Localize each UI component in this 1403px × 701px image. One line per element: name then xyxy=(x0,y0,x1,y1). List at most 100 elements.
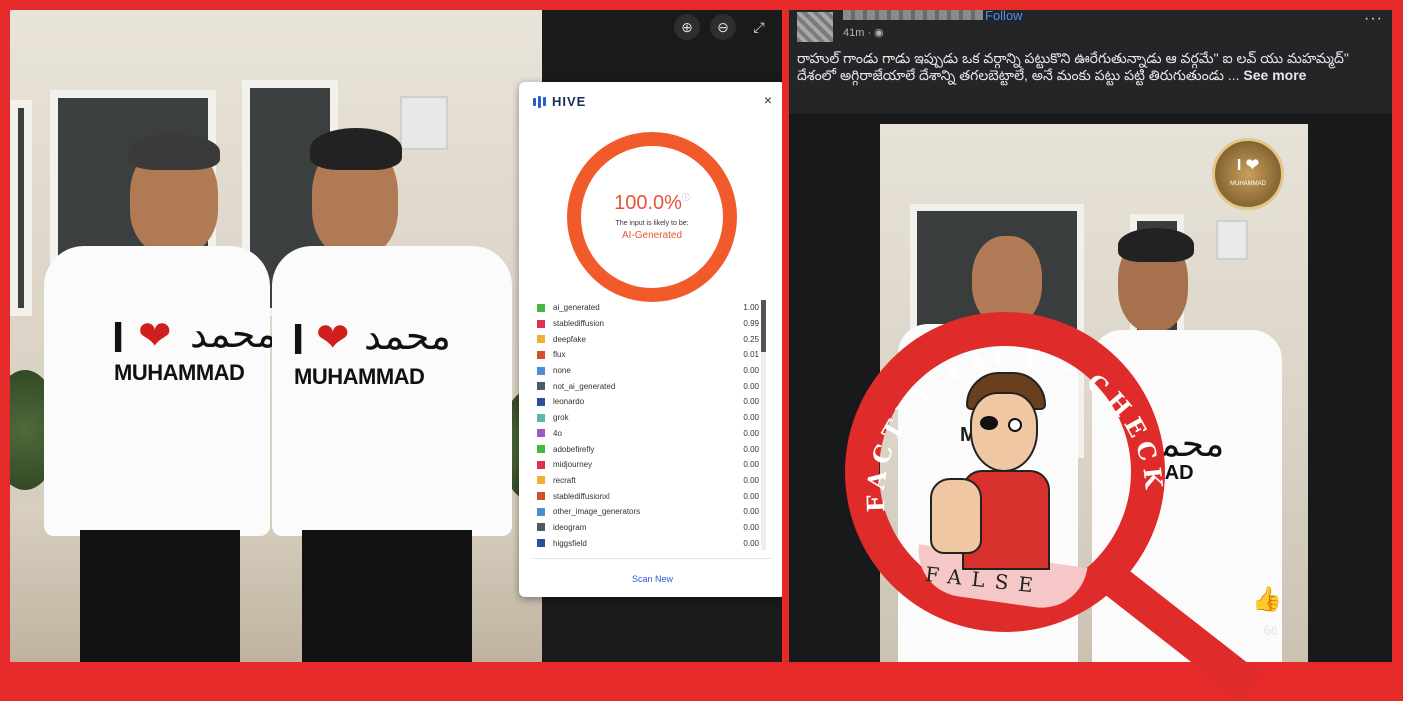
model-score: 0.00 xyxy=(743,460,759,470)
tee-word: MUHAMMAD xyxy=(294,364,425,389)
color-swatch xyxy=(537,303,545,312)
hive-dialog: HIVE × 100.0%ⓘ The input is likely to be… xyxy=(519,82,782,597)
color-swatch xyxy=(537,319,545,328)
list-item: 4o 0.00 xyxy=(537,426,759,442)
color-swatch xyxy=(537,382,545,391)
color-swatch xyxy=(537,539,545,548)
more-icon[interactable]: ··· xyxy=(1364,10,1383,28)
scan-new-button[interactable]: Scan New xyxy=(519,574,782,584)
list-item: ideogram 0.00 xyxy=(537,520,759,536)
list-item: midjourney 0.00 xyxy=(537,457,759,473)
model-name: ai_generated xyxy=(553,303,600,313)
air-vent xyxy=(1216,220,1248,260)
tee-arabic: محمد xyxy=(190,312,277,356)
list-item: flux 0.01 xyxy=(537,347,759,363)
list-item: deepfake 0.25 xyxy=(537,331,759,347)
post-caption: రాహుల్ గాండు గాడు ఇప్పుడు ఒక వర్గాన్ని ప… xyxy=(797,50,1382,84)
model-score: 0.00 xyxy=(743,397,759,407)
viewer-toolbar: ⊕ ⊖ ⤢ xyxy=(674,14,772,40)
expand-icon[interactable]: ⤢ xyxy=(746,14,772,40)
author-name-blurred[interactable] xyxy=(843,10,983,20)
left-panel: I ❤ محمد MUHAMMAD I ❤ محمد MUHAMMAD ⊕ ⊖ … xyxy=(10,10,782,662)
zoom-out-icon[interactable]: ⊖ xyxy=(710,14,736,40)
close-icon[interactable]: × xyxy=(764,92,772,108)
color-swatch xyxy=(537,350,545,359)
model-name: stablediffusionxl xyxy=(553,491,610,501)
color-swatch xyxy=(537,460,545,469)
color-swatch xyxy=(537,445,545,454)
info-icon: ⓘ xyxy=(681,193,690,202)
see-more-link[interactable]: See more xyxy=(1243,67,1306,83)
mascot-face xyxy=(970,392,1038,472)
score-subtitle: The input is likely to be: xyxy=(615,220,689,227)
model-score: 1.00 xyxy=(743,303,759,313)
model-name: flux xyxy=(553,350,566,360)
model-name: none xyxy=(553,366,571,376)
score-ring: 100.0%ⓘ The input is likely to be: AI-Ge… xyxy=(567,132,737,302)
logo-badge: I ❤ MUHAMMAD xyxy=(1212,138,1284,210)
list-item: not_ai_generated 0.00 xyxy=(537,378,759,394)
model-name: 4o xyxy=(553,428,562,438)
tee-word: MUHAMMAD xyxy=(114,360,245,385)
model-name: leonardo xyxy=(553,397,585,407)
post-time: 41m · ◉ xyxy=(843,27,884,39)
divider xyxy=(533,558,772,559)
model-score: 0.00 xyxy=(743,381,759,391)
hair-right xyxy=(1118,228,1194,262)
tee-arabic: محمد xyxy=(364,314,451,358)
caption-line-2: దేశంలో అగ్గిరాజేయాలే దేశాన్ని తగలబెట్టాల… xyxy=(797,67,1307,83)
scrollbar-thumb[interactable] xyxy=(761,300,766,352)
scrollbar[interactable] xyxy=(761,300,766,550)
score-percent: 100.0%ⓘ xyxy=(614,192,690,214)
eye-patch-icon xyxy=(980,416,998,430)
model-score: 0.00 xyxy=(743,444,759,454)
model-score: 0.00 xyxy=(743,366,759,376)
list-item: recraft 0.00 xyxy=(537,473,759,489)
like-count: 66 xyxy=(1263,623,1278,638)
heart-icon: ❤ xyxy=(138,314,172,358)
hive-results-list: ai_generated 1.00 stablediffusion 0.99 deepf… xyxy=(537,300,759,551)
eye-icon xyxy=(1008,418,1022,432)
list-item: adobefirefly 0.00 xyxy=(537,441,759,457)
model-score: 0.00 xyxy=(743,413,759,423)
hive-logo-icon xyxy=(533,95,546,108)
model-name: adobefirefly xyxy=(553,444,595,454)
list-item: stablediffusionxl 0.00 xyxy=(537,488,759,504)
color-swatch xyxy=(537,366,545,375)
thumbs-down-icon xyxy=(930,478,982,554)
list-item: grok 0.00 xyxy=(537,410,759,426)
model-score: 0.00 xyxy=(743,522,759,532)
model-name: recraft xyxy=(553,475,576,485)
like-icon[interactable]: 👍 xyxy=(1252,585,1282,614)
list-item: ai_generated 1.00 xyxy=(537,300,759,316)
tee-i: I xyxy=(292,315,305,364)
list-item: other_image_generators 0.00 xyxy=(537,504,759,520)
hive-header: HIVE xyxy=(533,94,586,109)
model-score: 0.01 xyxy=(743,350,759,360)
air-vent xyxy=(400,96,448,150)
color-swatch xyxy=(537,335,545,344)
model-name: not_ai_generated xyxy=(553,381,616,391)
score-verdict: AI-Generated xyxy=(621,230,683,241)
model-score: 0.00 xyxy=(743,538,759,548)
color-swatch xyxy=(537,507,545,516)
list-item: stablediffusion 0.99 xyxy=(537,316,759,332)
zoom-in-icon[interactable]: ⊕ xyxy=(674,14,700,40)
color-swatch xyxy=(537,523,545,532)
model-name: other_image_generators xyxy=(553,507,641,517)
caption-line-1: రాహుల్ గాండు గాడు ఇప్పుడు ఒక వర్గాన్ని ప… xyxy=(797,50,1349,66)
color-swatch xyxy=(537,397,545,406)
model-name: midjourney xyxy=(553,460,593,470)
model-score: 0.99 xyxy=(743,319,759,329)
model-score: 0.00 xyxy=(743,475,759,485)
model-name: stablediffusion xyxy=(553,319,604,329)
color-swatch xyxy=(537,413,545,422)
model-score: 0.00 xyxy=(743,507,759,517)
list-item: none 0.00 xyxy=(537,363,759,379)
model-name: higgsfield xyxy=(553,538,587,548)
list-item: higgsfield 0.00 xyxy=(537,535,759,551)
color-swatch xyxy=(537,476,545,485)
follow-button[interactable]: Follow xyxy=(985,10,1023,23)
post-header: Follow 41m · ◉ ··· xyxy=(797,10,1387,50)
avatar[interactable] xyxy=(797,12,833,42)
